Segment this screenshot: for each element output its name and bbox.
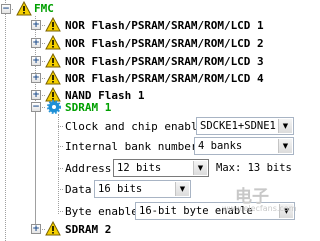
tree-node-label: NOR Flash/PSRAM/SRAM/ROM/LCD 2 — [65, 37, 264, 50]
minus-icon[interactable]: − — [31, 102, 41, 112]
plus-icon[interactable]: + — [31, 90, 41, 100]
tree-node-label: SDRAM 2 — [65, 223, 112, 236]
plus-icon[interactable]: + — [31, 20, 41, 30]
tree-guide-line — [58, 189, 63, 190]
internal-bank-select[interactable]: 4 banks ▼ — [194, 137, 294, 155]
warning-icon — [16, 1, 32, 16]
tree-node-label: NOR Flash/PSRAM/SRAM/ROM/LCD 4 — [65, 72, 264, 85]
address-max-label: Max: 13 bits — [216, 162, 292, 174]
data-width-select[interactable]: 16 bits ▼ — [94, 180, 191, 198]
chevron-down-icon[interactable]: ▼ — [193, 161, 207, 175]
plus-icon[interactable]: + — [31, 56, 41, 66]
chevron-down-icon[interactable]: ▼ — [278, 119, 292, 133]
tree-node-label: NOR Flash/PSRAM/SRAM/ROM/LCD 1 — [65, 19, 264, 32]
tree-guide-line — [5, 0, 6, 241]
warning-icon — [45, 35, 61, 50]
data-width-value: 16 bits — [98, 183, 143, 195]
tree-guide-line — [58, 168, 63, 169]
clock-chip-enable-value: SDCKE1+SDNE1 — [200, 120, 276, 132]
tree-guide-line — [58, 126, 63, 127]
plus-icon[interactable]: + — [31, 38, 41, 48]
address-select[interactable]: 12 bits ▼ — [113, 159, 209, 177]
address-value: 12 bits — [117, 162, 162, 174]
tree-guide-line — [58, 114, 59, 214]
minus-icon[interactable]: − — [1, 4, 11, 14]
gear-icon — [47, 100, 61, 114]
chevron-down-icon[interactable]: ▼ — [175, 182, 189, 196]
warning-icon — [45, 70, 61, 85]
data-width-label: Data — [65, 183, 92, 196]
watermark-url: www.elecfans.com — [222, 204, 297, 213]
tree-guide-line — [35, 112, 36, 230]
tree-node-label: NOR Flash/PSRAM/SRAM/ROM/LCD 3 — [65, 55, 264, 68]
fmc-tree: − FMC + NOR Flash/PSRAM/SRAM/ROM/LCD 1 +… — [0, 0, 300, 241]
plus-icon[interactable]: + — [31, 224, 41, 234]
plus-icon[interactable]: + — [31, 73, 41, 83]
tree-node-label: FMC — [34, 2, 54, 15]
clock-chip-enable-select[interactable]: SDCKE1+SDNE1 ▼ — [196, 117, 294, 135]
address-label: Address — [65, 162, 112, 175]
tree-guide-line — [58, 211, 63, 212]
warning-icon — [45, 17, 61, 32]
byte-enable-label: Byte enable — [65, 205, 138, 218]
chevron-down-icon[interactable]: ▼ — [278, 139, 292, 153]
clock-chip-enable-label: Clock and chip enable — [65, 120, 205, 133]
warning-icon — [45, 53, 61, 68]
internal-bank-value: 4 banks — [198, 140, 243, 152]
tree-guide-line — [58, 146, 63, 147]
warning-icon — [45, 221, 61, 236]
tree-node-label: SDRAM 1 — [65, 101, 112, 114]
internal-bank-label: Internal bank number — [65, 140, 198, 153]
